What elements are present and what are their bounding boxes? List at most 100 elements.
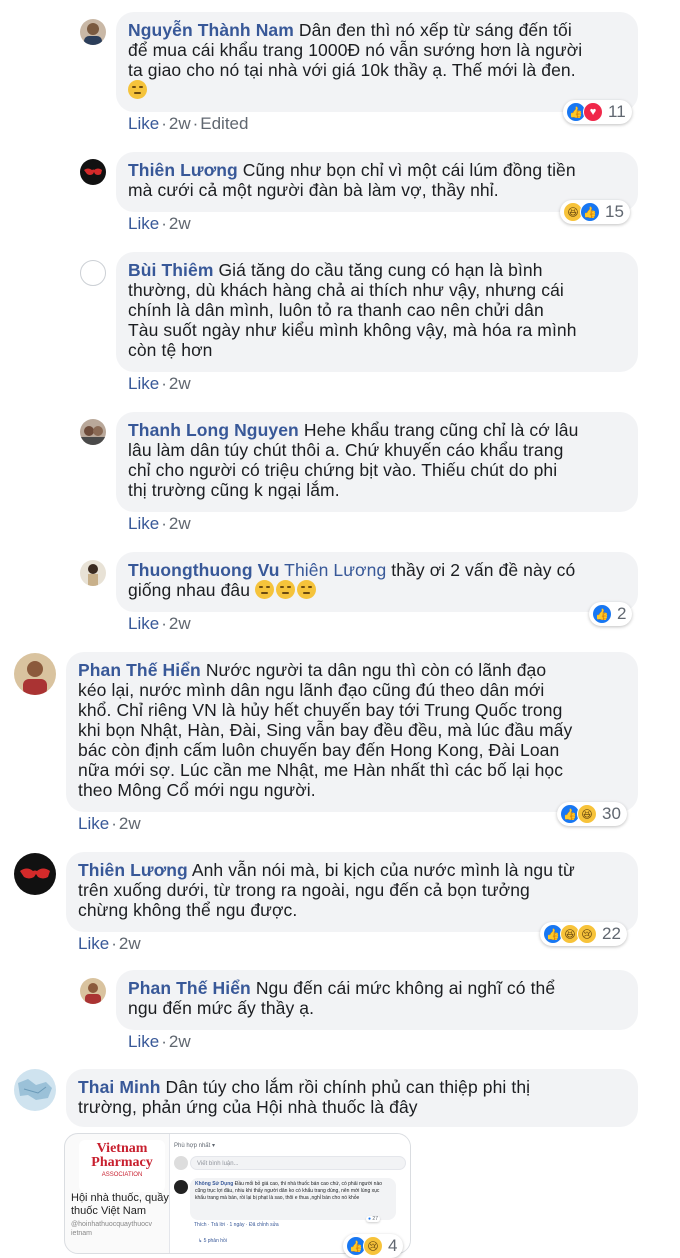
- sort-dropdown[interactable]: Phù hợp nhất ▾: [174, 1142, 215, 1149]
- reaction-summary[interactable]: 👍 😢 4: [343, 1234, 404, 1258]
- avatar[interactable]: [14, 653, 56, 695]
- like-link[interactable]: Like: [128, 214, 159, 233]
- logo-text: ASSOCIATION: [101, 1172, 143, 1178]
- comment-text: trường, phản ứng của Hội nhà thuốc là đâ…: [78, 1097, 418, 1117]
- like-link[interactable]: Like: [78, 814, 109, 833]
- map-avatar-icon: [18, 1079, 52, 1100]
- like-link[interactable]: Like: [128, 374, 159, 393]
- like-link[interactable]: Like: [128, 514, 159, 533]
- logo-text: Vietnam: [96, 1141, 148, 1156]
- avatar[interactable]: [80, 560, 106, 586]
- reaction-summary[interactable]: 😆 👍 15: [560, 200, 630, 224]
- inner-avatar: [174, 1180, 188, 1194]
- unamused-emoji-icon: [276, 580, 296, 599]
- comment-text: để mua cái khẩu trang 1000Đ nó vẫn sướng…: [128, 40, 583, 60]
- reaction-summary[interactable]: 👍 😆 30: [557, 802, 627, 826]
- comment-text: mà cưới cả một người đàn bà làm vợ, thầy…: [128, 180, 499, 200]
- timestamp[interactable]: 2w: [169, 114, 191, 133]
- timestamp[interactable]: 2w: [169, 214, 191, 233]
- avatar[interactable]: [14, 1069, 56, 1111]
- pharmacy-logo: Vietnam Pharmacy ASSOCIATION: [79, 1140, 165, 1192]
- reaction-summary[interactable]: 👍 2: [589, 602, 633, 626]
- comment-bubble: Thiên Lương Anh vẫn nói mà, bi kịch của …: [66, 852, 638, 932]
- comment-text: khổ. Chỉ riêng VN là hủy hết chuyến bay …: [78, 700, 563, 720]
- comment-author[interactable]: Thai Minh: [78, 1077, 161, 1097]
- avatar-photo: [23, 661, 47, 695]
- comment-actions: Like · 2w: [128, 614, 191, 633]
- reaction-count: 4: [388, 1236, 398, 1255]
- comment-author[interactable]: Nguyễn Thành Nam: [128, 20, 294, 40]
- comment-text: còn tệ hơn: [128, 340, 213, 360]
- avatar[interactable]: [80, 19, 106, 45]
- reaction-count: 2: [617, 604, 627, 623]
- comment-actions: Like · 2w: [78, 934, 141, 953]
- comment-text: Giá tăng do cầu tăng cung có hạn là bình: [218, 260, 543, 280]
- timestamp[interactable]: 2w: [169, 514, 191, 533]
- comment-text: giống nhau đâu: [128, 580, 251, 600]
- comment-bubble: Thanh Long Nguyen Hehe khẩu trang cũng c…: [116, 412, 638, 512]
- comment-text: theo Mông Cổ mới ngu người.: [78, 780, 316, 800]
- mention-tag[interactable]: Thiên Lương: [284, 560, 386, 580]
- timestamp[interactable]: 2w: [169, 614, 191, 633]
- comment-bubble: Thuongthuong Vu Thiên Lương thầy ơi 2 vấ…: [116, 552, 638, 612]
- comment-author[interactable]: Thuongthuong Vu: [128, 560, 280, 580]
- love-reaction-icon: ♥: [583, 102, 603, 122]
- inner-avatar: [174, 1156, 188, 1170]
- like-link[interactable]: Like: [128, 1032, 159, 1051]
- comment-text: nữa mới sợ. Lúc cần me Nhật, me Hàn nhất…: [78, 760, 564, 780]
- avatar-photo: [85, 983, 101, 1004]
- inner-replies-link[interactable]: ↳ 5 phản hồi: [198, 1238, 227, 1244]
- sad-reaction-icon: 😢: [363, 1236, 383, 1256]
- avatar-photo: [84, 23, 102, 45]
- comment-author[interactable]: Phan Thế Hiển: [78, 660, 201, 680]
- comment-text: ngu đến mức ấy thầy ạ.: [128, 998, 315, 1018]
- comment-text: Anh vẫn nói mà, bi kịch của nước mình là…: [191, 860, 575, 880]
- sad-reaction-icon: 😢: [577, 924, 597, 944]
- timestamp[interactable]: 2w: [169, 374, 191, 393]
- avatar[interactable]: [80, 260, 106, 286]
- org-name: Hội nhà thuốc, quầy thuốc Việt Nam: [71, 1192, 169, 1217]
- logo-text: Pharmacy: [91, 1155, 153, 1170]
- comment-text: Dân túy cho lắm rồi chính phủ can thiệp …: [165, 1077, 531, 1097]
- reaction-summary[interactable]: 👍 😆 😢 22: [540, 922, 627, 946]
- like-reaction-icon: 👍: [580, 202, 600, 222]
- comment-text: kéo lại, nước mình dân ngu lãnh đạo cũng…: [78, 680, 545, 700]
- avatar[interactable]: [80, 159, 106, 185]
- avatar-photo: [88, 564, 98, 586]
- like-link[interactable]: Like: [128, 114, 159, 133]
- comment-actions: Like · 2w: [78, 814, 141, 833]
- edited-label[interactable]: Edited: [200, 114, 248, 133]
- comment-text: Hehe khẩu trang cũng chỉ là cớ lâu: [303, 420, 579, 440]
- comment-text: Cũng như bọn chỉ vì một cái lúm đồng tiề…: [242, 160, 576, 180]
- comment-author[interactable]: Phan Thế Hiển: [128, 978, 251, 998]
- comment-author[interactable]: Thiên Lương: [128, 160, 238, 180]
- comment-text: Nước người ta dân ngu thì còn có lãnh đạ…: [205, 660, 547, 680]
- avatar[interactable]: [14, 853, 56, 895]
- comment-author[interactable]: Bùi Thiêm: [128, 260, 214, 280]
- haha-reaction-icon: 😆: [577, 804, 597, 824]
- inner-comment-input[interactable]: Viết bình luận...: [190, 1156, 406, 1170]
- comment-text: trên xuống dưới, từ trong ra ngoài, ngu …: [78, 880, 530, 900]
- comment-bubble: Phan Thế Hiển Nước người ta dân ngu thì …: [66, 652, 638, 812]
- comment-actions: Like · 2w: [128, 214, 191, 233]
- comment-author[interactable]: Thiên Lương: [78, 860, 188, 880]
- reaction-count: 22: [602, 924, 621, 943]
- timestamp[interactable]: 2w: [119, 934, 141, 953]
- avatar[interactable]: [80, 419, 106, 445]
- comment-text: bác còn định cấm luôn chuyến bay đến Hon…: [78, 740, 560, 760]
- comment-text: chừng không thể ngu được.: [78, 900, 298, 920]
- timestamp[interactable]: 2w: [119, 814, 141, 833]
- like-link[interactable]: Like: [78, 934, 109, 953]
- comment-text: thường, dù khách hàng chả ai thích như v…: [128, 280, 564, 300]
- comment-actions: Like · 2w · Edited: [128, 114, 249, 133]
- unamused-emoji-icon: [297, 580, 317, 599]
- like-link[interactable]: Like: [128, 614, 159, 633]
- comment-author[interactable]: Thanh Long Nguyen: [128, 420, 299, 440]
- avatar-photo: [80, 426, 106, 445]
- timestamp[interactable]: 2w: [169, 1032, 191, 1051]
- inner-reaction-count[interactable]: ● 27: [366, 1216, 380, 1222]
- reaction-count: 15: [605, 202, 624, 221]
- like-reaction-icon: 👍: [592, 604, 612, 624]
- avatar[interactable]: [80, 978, 106, 1004]
- reaction-summary[interactable]: 👍 ♥ 11: [563, 100, 632, 124]
